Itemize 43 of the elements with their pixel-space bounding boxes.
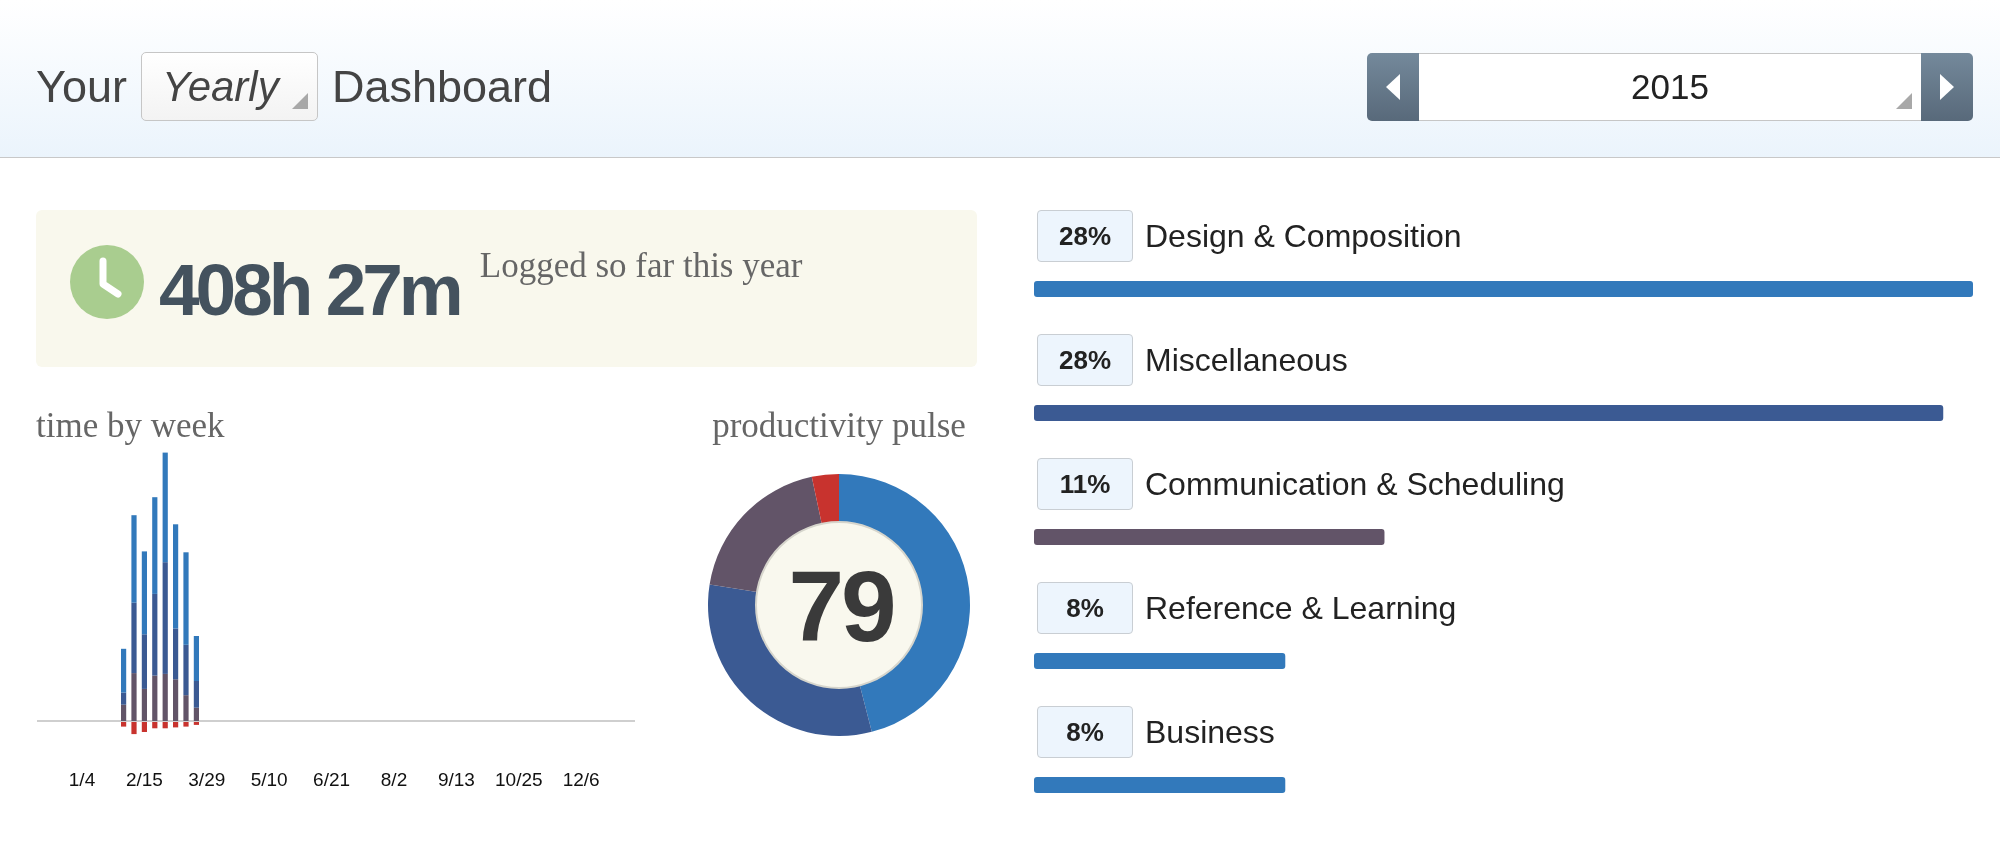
previous-year-button[interactable]: [1367, 52, 1419, 121]
axis-label: 1/4: [68, 769, 96, 790]
category-name: Design & Composition: [1145, 217, 1462, 255]
total-caption: Logged so far this year: [479, 248, 803, 284]
axis-label: 10/25: [495, 769, 543, 790]
score-value: 79: [788, 550, 894, 662]
title-prefix: Your: [36, 64, 127, 109]
axis-label: 5/10: [250, 769, 288, 790]
percent-badge: 28%: [1037, 334, 1133, 386]
axis-label: 2/15: [125, 769, 163, 790]
axis-label: 12/6: [562, 769, 600, 790]
negative-bar-segment: [121, 722, 127, 727]
negative-bar-segment: [173, 722, 179, 728]
category-name: Miscellaneous: [1145, 341, 1348, 379]
category-name: Business: [1145, 713, 1275, 751]
clock-icon: [70, 245, 144, 319]
period-dropdown[interactable]: Yearly: [140, 52, 318, 121]
negative-bar-segment: [141, 722, 147, 732]
category-name: Reference & Learning: [1145, 589, 1457, 627]
axis-label: 8/2: [380, 769, 408, 790]
total-time: 408h 27m: [159, 253, 460, 327]
negative-bar-segment: [162, 722, 168, 729]
next-year-button[interactable]: [1921, 52, 1973, 121]
negative-bar-segment: [131, 722, 137, 735]
percent-badge: 28%: [1037, 210, 1133, 262]
percent-badge: 8%: [1037, 706, 1133, 758]
year-dropdown[interactable]: 2015: [1419, 52, 1921, 121]
negative-bar-segment: [152, 722, 158, 729]
percent-badge: 8%: [1037, 582, 1133, 634]
axis-label: 3/29: [188, 769, 226, 790]
triangle-right-icon: [1940, 73, 1954, 100]
percent-badge: 11%: [1037, 458, 1133, 510]
axis-label: 6/21: [313, 769, 351, 790]
negative-bar-segment: [183, 722, 189, 727]
negative-bar-segment: [193, 722, 199, 725]
triangle-left-icon: [1386, 73, 1400, 100]
caret-icon: [1896, 92, 1912, 109]
pulse-title: productivity pulse: [712, 406, 966, 446]
category-name: Communication & Scheduling: [1145, 465, 1565, 503]
title-suffix: Dashboard: [331, 64, 553, 109]
axis-label: 9/13: [437, 769, 475, 790]
caret-icon: [291, 93, 308, 109]
chart-title: time by week: [36, 406, 225, 446]
